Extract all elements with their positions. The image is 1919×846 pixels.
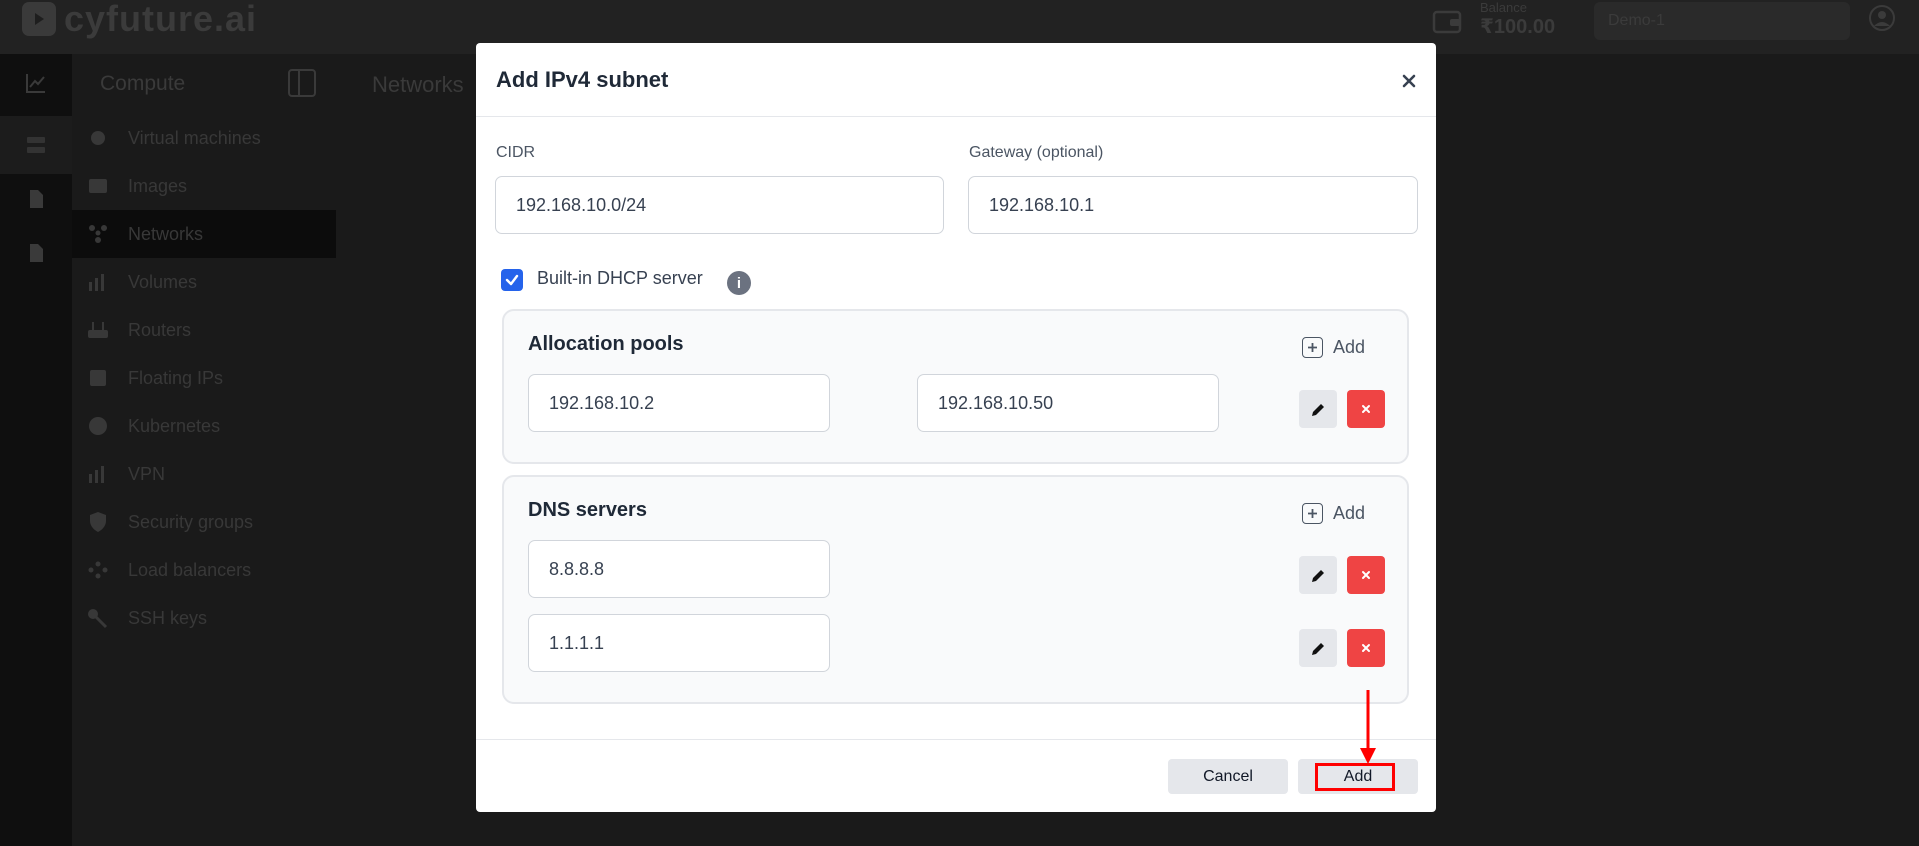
add-pool-label: Add	[1333, 337, 1366, 357]
balance-label: Balance	[1480, 0, 1527, 15]
vm-icon	[91, 131, 105, 145]
vpn-icon	[89, 466, 104, 483]
allocation-pools-title: Allocation pools	[528, 333, 684, 355]
rail-compute[interactable]	[0, 116, 72, 174]
pencil-icon	[1311, 569, 1324, 582]
modal-title: Add IPv4 subnet	[496, 67, 669, 92]
delete-pool-button[interactable]	[1347, 390, 1385, 428]
load-balancer-icon	[88, 561, 108, 579]
sidebar-item-virtual-machines[interactable]: Virtual machines	[72, 114, 336, 162]
plus-icon	[1302, 503, 1323, 524]
rail-docs[interactable]	[0, 170, 72, 228]
sidebar-item-label: Routers	[128, 319, 192, 340]
sidebar-item-floating-ips[interactable]: Floating IPs	[72, 354, 336, 402]
annotation-arrow	[1360, 690, 1376, 764]
sidebar-item-label: Images	[128, 175, 188, 196]
sidebar-item-kubernetes[interactable]: Kubernetes	[72, 402, 336, 450]
sidebar-item-label: SSH keys	[128, 607, 208, 628]
sidebar-item-volumes[interactable]: Volumes	[72, 258, 336, 306]
annotation-highlight	[1315, 763, 1395, 791]
add-dns-button[interactable]: Add	[1302, 503, 1365, 524]
dns-servers-section: DNS servers Add	[502, 475, 1409, 704]
edit-pool-button[interactable]	[1299, 390, 1337, 428]
user-avatar-icon[interactable]	[1868, 4, 1896, 32]
delete-dns-button-1[interactable]	[1347, 556, 1385, 594]
close-icon	[1362, 571, 1370, 579]
sidebar-item-routers[interactable]: Routers	[72, 306, 336, 354]
pool-start-input[interactable]	[528, 374, 830, 432]
dns-server-input-2[interactable]	[528, 614, 830, 672]
sidebar-item-images[interactable]: Images	[72, 162, 336, 210]
project-select[interactable]: Demo-1	[1594, 2, 1850, 40]
balance-value: ₹100.00	[1480, 16, 1556, 38]
key-icon	[88, 609, 108, 629]
footer-divider	[476, 739, 1436, 740]
logo-icon	[22, 2, 56, 36]
pool-end-input[interactable]	[917, 374, 1219, 432]
close-icon	[1362, 644, 1370, 652]
project-select-value: Demo-1	[1608, 12, 1665, 29]
sidebar-item-label: Load balancers	[128, 559, 252, 580]
rail-files[interactable]	[0, 224, 72, 282]
sidebar-item-networks[interactable]: Networks	[72, 210, 336, 258]
logo: cyfuture.ai	[22, 0, 257, 38]
sidebar-item-label: Security groups	[128, 511, 254, 532]
edit-dns-button-2[interactable]	[1299, 629, 1337, 667]
sidebar-item-label: Volumes	[128, 271, 198, 292]
dhcp-label: Built-in DHCP server	[537, 268, 703, 288]
shield-icon	[90, 512, 106, 532]
breadcrumb: Networks	[372, 72, 464, 97]
cidr-label: CIDR	[496, 144, 536, 161]
cancel-button[interactable]: Cancel	[1168, 759, 1288, 794]
icon-rail	[0, 54, 72, 846]
sidebar-item-load-balancers[interactable]: Load balancers	[72, 546, 336, 594]
info-icon[interactable]: i	[727, 271, 751, 295]
sidebar-item-ssh-keys[interactable]: SSH keys	[72, 594, 336, 642]
server-icon	[27, 137, 45, 153]
cidr-input[interactable]	[495, 176, 944, 234]
sidebar-item-label: Virtual machines	[128, 127, 261, 148]
image-icon	[89, 179, 107, 193]
checkmark-icon	[505, 274, 519, 286]
delete-dns-button-2[interactable]	[1347, 629, 1385, 667]
pencil-icon	[1311, 403, 1324, 416]
add-pool-button[interactable]: Add	[1302, 337, 1365, 358]
dhcp-checkbox[interactable]	[501, 269, 523, 291]
wallet-icon	[1432, 10, 1462, 34]
panel-toggle-icon[interactable]	[287, 68, 317, 98]
logo-text: cyfuture.ai	[64, 0, 258, 39]
close-icon	[1402, 74, 1416, 88]
sidebar-item-label: Kubernetes	[128, 415, 221, 436]
chart-icon	[26, 74, 45, 93]
gateway-input[interactable]	[968, 176, 1418, 234]
sidebar-title: Compute	[100, 72, 186, 95]
add-subnet-modal: Add IPv4 subnet CIDR Gateway (optional) …	[476, 43, 1436, 812]
network-icon	[89, 225, 107, 243]
sidebar-item-label: Floating IPs	[128, 367, 224, 388]
close-icon	[1362, 405, 1370, 413]
volume-icon	[89, 274, 104, 291]
edit-dns-button-1[interactable]	[1299, 556, 1337, 594]
dns-server-input-1[interactable]	[528, 540, 830, 598]
dns-servers-title: DNS servers	[528, 499, 647, 521]
plus-icon	[1302, 337, 1323, 358]
sidebar-item-vpn[interactable]: VPN	[72, 450, 336, 498]
file-icon	[30, 244, 43, 262]
modal-header: Add IPv4 subnet	[476, 43, 1436, 117]
floating-ip-icon	[90, 370, 106, 386]
sidebar-item-label: Networks	[128, 223, 204, 244]
kubernetes-icon	[89, 417, 107, 435]
rail-dashboard[interactable]	[0, 54, 72, 112]
document-icon	[30, 190, 43, 208]
close-button[interactable]	[1397, 69, 1421, 93]
add-dns-label: Add	[1333, 503, 1366, 523]
pencil-icon	[1311, 642, 1324, 655]
router-icon	[88, 322, 108, 338]
sidebar-item-label: VPN	[128, 463, 166, 484]
gateway-label: Gateway (optional)	[969, 144, 1104, 161]
sidebar-item-security-groups[interactable]: Security groups	[72, 498, 336, 546]
allocation-pools-section: Allocation pools Add	[502, 309, 1409, 464]
